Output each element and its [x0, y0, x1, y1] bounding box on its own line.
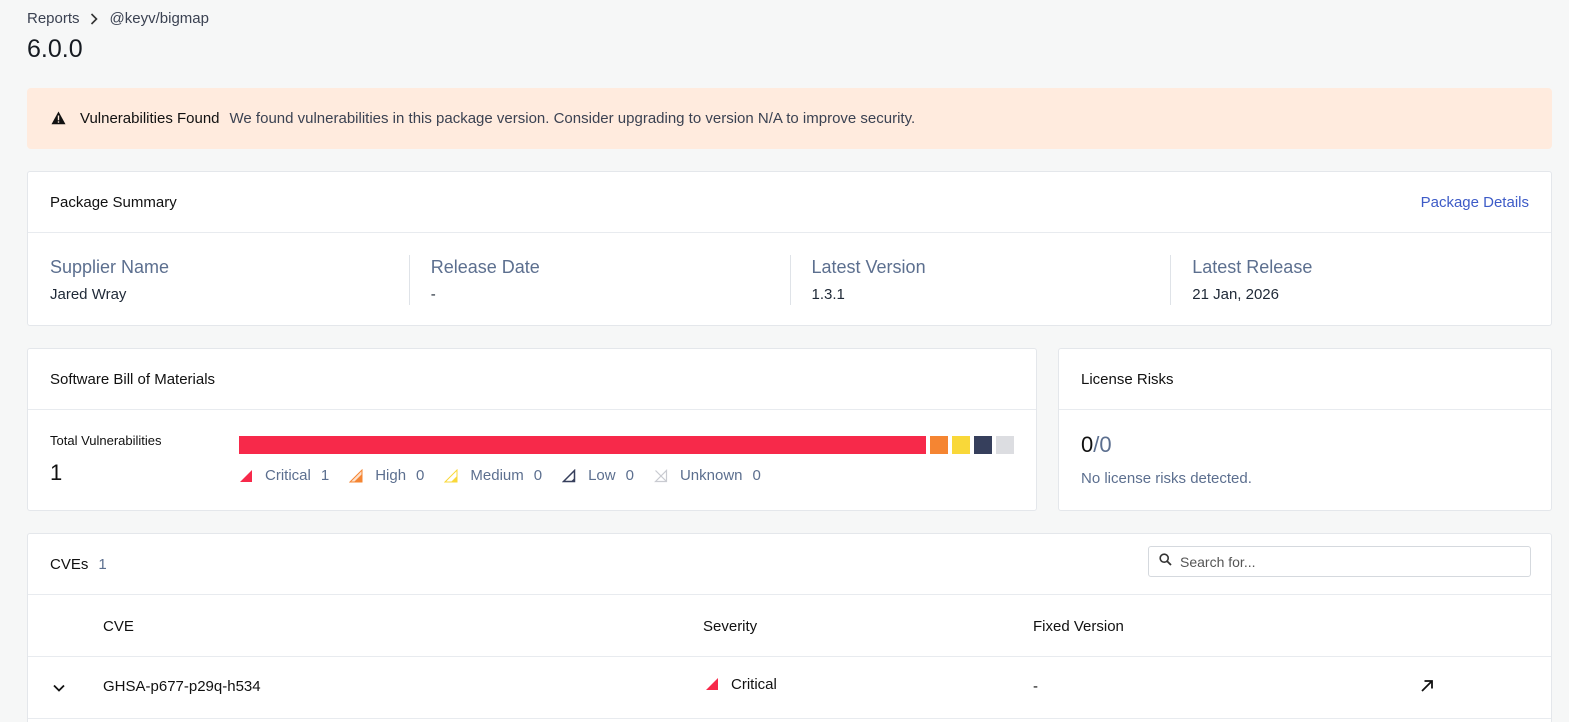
license-risk-total: /0 — [1093, 432, 1112, 457]
legend-unknown: Unknown 0 — [654, 467, 761, 484]
cve-severity-label: Critical — [731, 676, 777, 693]
severity-legend: Critical 1 High 0 Medium 0 Low 0 Unknown… — [239, 467, 781, 484]
package-summary-header: Package Summary Package Details — [28, 172, 1551, 233]
package-details-link[interactable]: Package Details — [1421, 194, 1529, 211]
license-risk-message: No license risks detected. — [1081, 470, 1252, 487]
summary-label: Supplier Name — [50, 257, 170, 277]
legend-label: Critical — [265, 467, 311, 484]
column-header-cve[interactable]: CVE — [103, 618, 134, 635]
summary-label: Release Date — [430, 257, 540, 277]
severity-bar-unknown — [996, 436, 1014, 454]
legend-low: Low 0 — [562, 467, 634, 484]
summary-value: - — [430, 286, 436, 303]
legend-critical: Critical 1 — [239, 467, 329, 484]
legend-label: Medium — [470, 467, 524, 484]
summary-value: 21 Jan, 2026 — [1192, 286, 1279, 303]
summary-field-latest-release: Latest Release 21 Jan, 2026 — [1170, 255, 1551, 305]
license-risk-value: 0 — [1081, 432, 1094, 457]
medium-severity-icon — [444, 468, 460, 484]
summary-field-latest-version: Latest Version 1.3.1 — [789, 255, 1171, 305]
summary-field-release-date: Release Date - — [408, 255, 790, 305]
summary-fields: Supplier Name Jared Wray Release Date - … — [28, 233, 1551, 305]
summary-value: 1.3.1 — [811, 286, 845, 303]
license-risks-card: License Risks 0/0 No license risks detec… — [1058, 348, 1552, 511]
legend-high: High 0 — [349, 467, 424, 484]
sbom-title: Software Bill of Materials — [50, 370, 216, 388]
summary-label: Latest Release — [1192, 257, 1313, 277]
package-summary-card: Package Summary Package Details Supplier… — [27, 171, 1552, 326]
chevron-down-icon[interactable] — [52, 681, 66, 695]
legend-label: Unknown — [679, 467, 743, 484]
critical-severity-icon — [239, 468, 255, 484]
page-title: 6.0.0 — [27, 35, 83, 63]
severity-bar-high — [930, 436, 948, 454]
column-header-fixed-version[interactable]: Fixed Version — [1033, 618, 1124, 635]
legend-count: 0 — [416, 467, 425, 484]
legend-label: High — [375, 467, 407, 484]
sbom-card: Software Bill of Materials Total Vulnera… — [27, 348, 1037, 511]
alert-title: Vulnerabilities Found — [80, 110, 220, 127]
cves-count: 1 — [98, 555, 107, 573]
column-header-severity[interactable]: Severity — [703, 618, 757, 635]
legend-label: Low — [588, 467, 616, 484]
warning-icon — [51, 111, 67, 127]
legend-count: 0 — [625, 467, 634, 484]
total-vulnerabilities-label: Total Vulnerabilities — [50, 433, 162, 448]
severity-bar-medium — [952, 436, 970, 454]
license-risks-header: License Risks — [1059, 349, 1551, 410]
cves-heading: CVEs 1 — [50, 556, 107, 573]
cve-id: GHSA-p677-p29q-h534 — [103, 678, 261, 695]
cves-card: CVEs 1 CVE Severity Fixed Version GHSA-p… — [27, 533, 1552, 722]
alert-message: We found vulnerabilities in this package… — [229, 110, 916, 127]
severity-bar — [239, 436, 1015, 454]
cve-search-box — [1148, 546, 1531, 577]
license-risks-title: License Risks — [1081, 370, 1174, 388]
license-risk-count: 0/0 — [1081, 432, 1112, 458]
breadcrumb-current: @keyv/bigmap — [109, 10, 209, 27]
chevron-right-icon — [90, 12, 100, 26]
vulnerability-alert: Vulnerabilities Found We found vulnerabi… — [27, 88, 1552, 149]
summary-field-supplier: Supplier Name Jared Wray — [28, 255, 409, 305]
critical-severity-icon — [705, 677, 721, 693]
cve-fixed-version: - — [1033, 678, 1038, 695]
legend-count: 0 — [752, 467, 761, 484]
summary-label: Latest Version — [811, 257, 926, 277]
sbom-body: Total Vulnerabilities 1 Critical 1 High — [28, 410, 1036, 510]
cve-severity: Critical — [705, 676, 777, 693]
cves-title: CVEs — [50, 555, 89, 573]
package-summary-title: Package Summary — [50, 193, 177, 211]
sbom-header: Software Bill of Materials — [28, 349, 1036, 410]
summary-value: Jared Wray — [50, 286, 127, 303]
severity-bar-critical — [239, 436, 926, 454]
external-link-icon[interactable] — [1420, 679, 1436, 695]
breadcrumb-reports-link[interactable]: Reports — [27, 10, 80, 27]
search-icon — [1159, 552, 1172, 571]
breadcrumb: Reports @keyv/bigmap — [27, 10, 209, 27]
low-severity-icon — [562, 468, 578, 484]
cve-table-header: CVE Severity Fixed Version — [28, 595, 1551, 657]
severity-bar-low — [974, 436, 992, 454]
legend-medium: Medium 0 — [444, 467, 542, 484]
unknown-severity-icon — [654, 468, 670, 484]
legend-count: 0 — [533, 467, 543, 484]
total-vulnerabilities-value: 1 — [50, 460, 63, 485]
table-row[interactable]: GHSA-p677-p29q-h534 Critical - — [28, 657, 1551, 719]
high-severity-icon — [349, 468, 365, 484]
cve-search-input[interactable] — [1180, 553, 1520, 570]
legend-count: 1 — [320, 467, 330, 484]
